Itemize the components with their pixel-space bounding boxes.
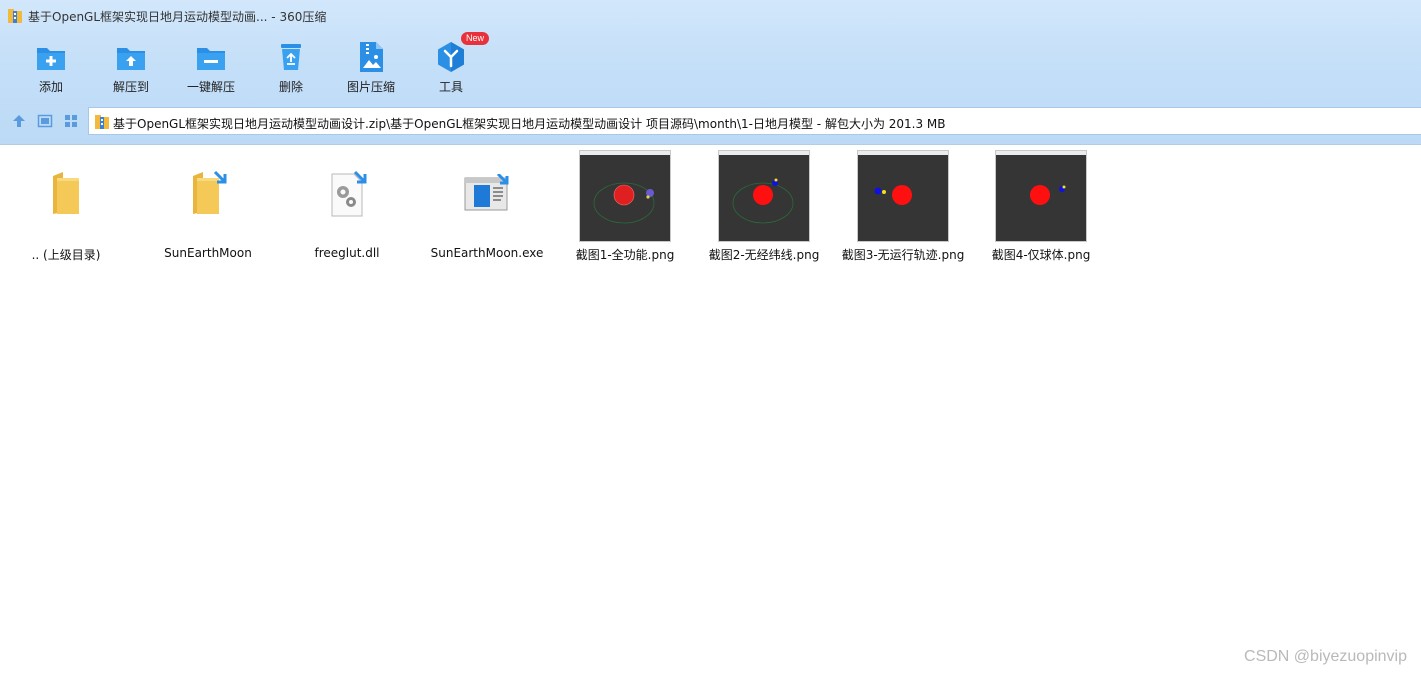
sun-earth-moon-preview [1030,185,1066,205]
address-bar[interactable]: 基于OpenGL框架实现日地月运动模型动画设计.zip\基于OpenGL框架实现… [88,107,1421,135]
image-compress-button[interactable]: 图片压缩 [331,38,411,98]
file-item-parent[interactable]: .. (上级目录) [1,145,131,270]
window-chrome: 基于OpenGL框架实现日地月运动模型动画... - 360压缩 添加 解压到 [0,0,1421,145]
tools-icon [438,42,464,72]
watermark: CSDN @biyezuopinvip [1244,648,1407,665]
file-name: 截图4-仅球体.png [991,248,1091,262]
file-list: .. (上级目录) SunEarthMoon freeglut.dll SunE… [0,145,1421,675]
image-thumbnail [995,150,1087,242]
file-item-folder[interactable]: SunEarthMoon [143,145,273,270]
archive-app-icon [8,9,22,23]
file-item-dll[interactable]: freeglut.dll [282,145,412,270]
add-button[interactable]: 添加 [11,38,91,98]
file-item-exe[interactable]: SunEarthMoon.exe [422,145,552,270]
toolbar: 添加 解压到 一键解压 删除 图片压缩 New 工具 [0,32,600,98]
file-name: .. (上级目录) [31,248,101,262]
address-path: 基于OpenGL框架实现日地月运动模型动画设计.zip\基于OpenGL框架实现… [113,117,946,131]
address-row: 基于OpenGL框架实现日地月运动模型动画设计.zip\基于OpenGL框架实现… [0,106,1421,136]
sun-earth-moon-preview [593,182,655,224]
file-item-png-1[interactable]: 截图1-全功能.png [560,145,690,270]
detail-view-icon[interactable] [37,113,53,129]
add-folder-icon [37,48,65,70]
image-thumbnail [857,150,949,242]
sun-earth-moon-preview [732,178,794,224]
tools-button[interactable]: New 工具 [411,32,491,98]
recycle-bin-icon [281,44,301,70]
file-name: 截图1-全功能.png [575,248,675,262]
archive-file-icon [95,115,109,129]
image-compress-label: 图片压缩 [346,80,395,94]
image-compress-icon [360,42,383,72]
window-title: 基于OpenGL框架实现日地月运动模型动画... - 360压缩 [28,10,327,24]
file-name: 截图3-无运行轨迹.png [841,248,965,262]
one-click-extract-label: 一键解压 [186,80,235,94]
folder-shortcut-icon [193,170,227,214]
image-thumbnail [579,150,671,242]
new-badge: New [461,32,490,45]
title-bar: 基于OpenGL框架实现日地月运动模型动画... - 360压缩 [0,0,1421,32]
image-thumbnail [718,150,810,242]
one-click-extract-button[interactable]: 一键解压 [171,38,251,98]
file-item-png-2[interactable]: 截图2-无经纬线.png [699,145,829,270]
extract-to-label: 解压到 [112,80,149,94]
thumbnail-view-icon[interactable] [63,113,79,129]
extract-to-icon [117,48,145,70]
add-label: 添加 [38,80,63,94]
one-click-extract-icon [197,48,225,70]
file-name: SunEarthMoon.exe [430,246,544,260]
file-name: 截图2-无经纬线.png [708,248,820,262]
file-name: SunEarthMoon [164,246,252,260]
file-item-png-3[interactable]: 截图3-无运行轨迹.png [838,145,968,270]
sun-earth-moon-preview [874,185,912,205]
dll-file-icon [331,170,367,217]
up-arrow-icon[interactable] [11,113,27,129]
delete-label: 删除 [278,80,303,94]
file-name: freeglut.dll [314,246,380,260]
exe-file-icon [464,174,509,211]
extract-to-button[interactable]: 解压到 [91,38,171,98]
delete-button[interactable]: 删除 [251,38,331,98]
tools-label: 工具 [438,80,463,94]
folder-icon [53,172,79,214]
file-item-png-4[interactable]: 截图4-仅球体.png [976,145,1106,270]
